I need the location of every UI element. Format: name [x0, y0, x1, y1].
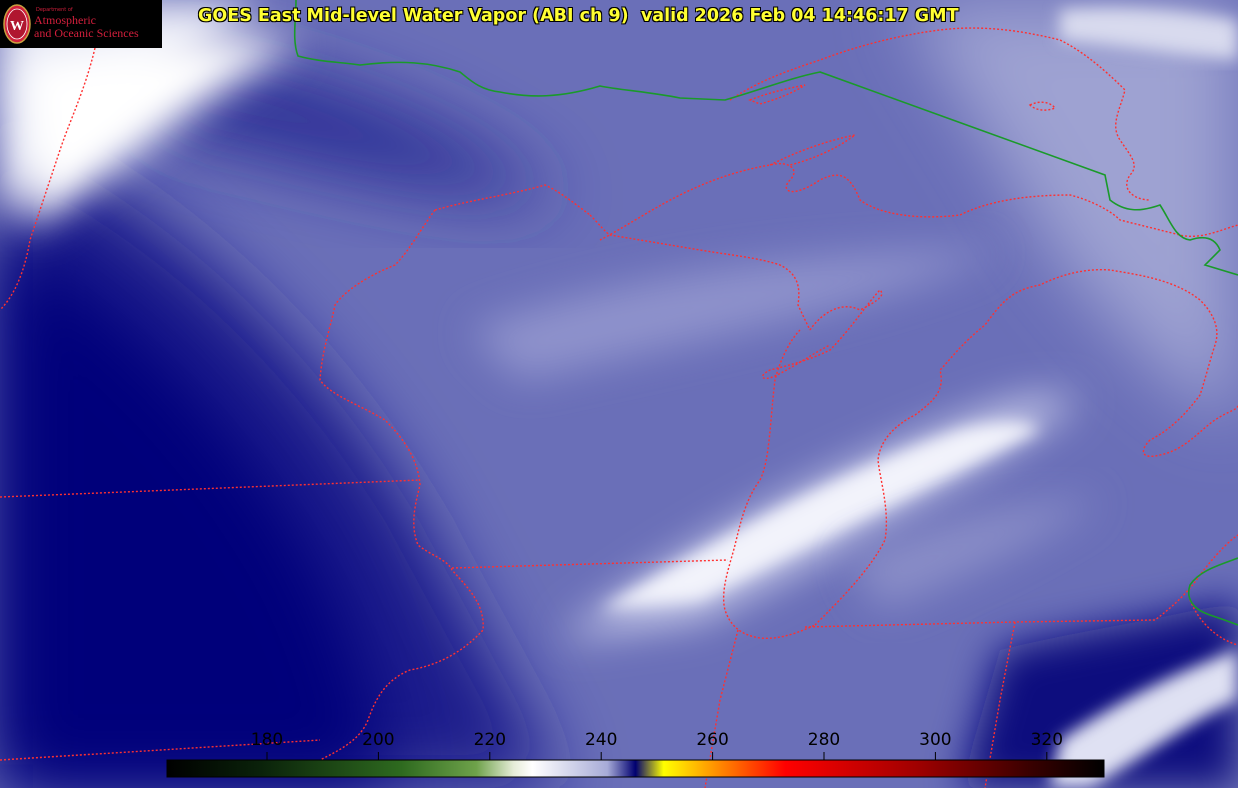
- vapor-field: [0, 0, 1238, 788]
- colorbar-tick-label: 280: [807, 730, 841, 750]
- image-title: GOES East Mid-level Water Vapor (ABI ch …: [198, 6, 959, 26]
- colorbar-tick-label: 320: [1030, 730, 1064, 750]
- uw-crest-icon: W: [3, 4, 31, 44]
- colorbar-tick-label: 220: [473, 730, 507, 750]
- colorbar-tick-label: 180: [250, 730, 284, 750]
- colorbar-tick-label: 300: [919, 730, 952, 750]
- colorbar-tick-label: 260: [696, 730, 729, 750]
- svg-text:W: W: [10, 19, 24, 34]
- logo-name-line1: Atmospheric: [34, 13, 96, 27]
- colorbar-tick-label: 240: [584, 730, 618, 750]
- satellite-map: W Department of Atmospheric and Oceanic …: [0, 0, 1238, 788]
- logo-name-line2: and Oceanic Sciences: [34, 26, 139, 40]
- department-logo: W Department of Atmospheric and Oceanic …: [0, 0, 162, 48]
- water-vapor-image: [0, 0, 1238, 788]
- colorbar-ramp: [166, 759, 1105, 778]
- colorbar-tick-label: 200: [362, 730, 395, 750]
